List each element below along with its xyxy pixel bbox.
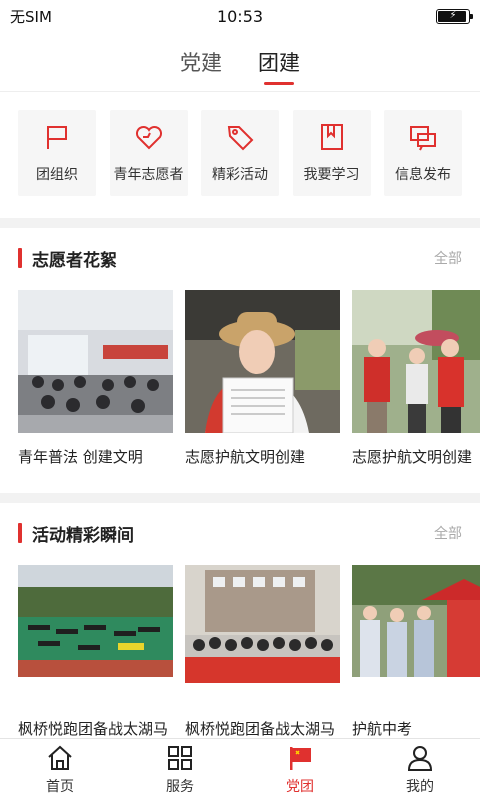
title-accent-bar xyxy=(18,248,22,268)
activity-section: 活动精彩瞬间 全部 枫桥悦跑团备战太湖马拉松 xyxy=(0,503,480,775)
menu-label: 信息发布 xyxy=(395,167,451,183)
tab-league-building[interactable]: 团建 xyxy=(258,47,300,91)
menu-item-study[interactable]: 我要学习 xyxy=(292,110,371,196)
home-icon xyxy=(48,745,72,770)
nav-party[interactable]: 党团 xyxy=(240,739,360,800)
status-bar: 无SIM 10:53 ⚡ xyxy=(0,0,480,32)
user-icon xyxy=(407,745,433,771)
section-header: 活动精彩瞬间 全部 xyxy=(18,521,480,546)
grid-icon xyxy=(168,745,192,770)
carrier-label: 无SIM xyxy=(10,7,52,26)
section-divider xyxy=(0,218,480,228)
party-flag-icon xyxy=(290,746,311,770)
section-header: 志愿者花絮 全部 xyxy=(18,246,480,271)
volunteer-card[interactable]: 志愿护航文明创建 xyxy=(185,290,340,469)
volunteer-card[interactable]: 青年普法 创建文明 xyxy=(18,290,173,469)
section-title-text: 活动精彩瞬间 xyxy=(32,525,134,546)
nav-label: 服务 xyxy=(166,778,194,795)
tab-party-building[interactable]: 党建 xyxy=(180,47,222,91)
nav-label: 党团 xyxy=(286,778,314,795)
feature-menu: 团组织 青年志愿者 精彩活动 我要学习 信息发布 xyxy=(0,92,480,218)
menu-item-volunteer[interactable]: 青年志愿者 xyxy=(109,110,188,196)
section-title: 志愿者花絮 xyxy=(18,246,117,271)
menu-label: 精彩活动 xyxy=(212,167,268,183)
classroom-photo xyxy=(18,290,173,433)
exam-escort-photo xyxy=(352,565,480,677)
clock: 10:53 xyxy=(216,6,264,26)
tag-icon xyxy=(227,126,254,151)
section-divider xyxy=(0,493,480,503)
volunteer-section: 志愿者花絮 全部 青年普法 创建文明 志愿护航文明创建 志愿护航文明创建 xyxy=(0,228,480,479)
top-tab-bar: 党建 团建 xyxy=(0,32,480,92)
activity-card[interactable]: 枫桥悦跑团备战太湖马拉松 xyxy=(18,565,173,765)
section-title: 活动精彩瞬间 xyxy=(18,521,134,546)
title-accent-bar xyxy=(18,523,22,543)
card-caption: 志愿护航文明创建 xyxy=(185,448,306,466)
bookmark-icon xyxy=(320,124,343,150)
field-training-photo xyxy=(18,565,173,677)
nav-profile[interactable]: 我的 xyxy=(360,739,480,800)
street-volunteers-photo xyxy=(352,290,480,433)
menu-label: 团组织 xyxy=(36,167,78,183)
card-caption: 志愿护航文明创建 xyxy=(352,448,473,466)
battery-icon: ⚡ xyxy=(436,8,473,24)
activity-card-list: 枫桥悦跑团备战太湖马拉松 枫桥悦跑团备战太湖马拉松 xyxy=(18,565,480,765)
message-icon xyxy=(410,126,436,151)
volunteer-card[interactable]: 志愿护航文明创建 xyxy=(352,290,480,469)
nav-label: 我的 xyxy=(406,778,434,795)
nav-services[interactable]: 服务 xyxy=(120,739,240,800)
bottom-nav: 首页 服务 党团 我的 xyxy=(0,738,480,800)
activity-card[interactable]: 枫桥悦跑团备战太湖马拉松 xyxy=(185,565,340,765)
menu-item-publish[interactable]: 信息发布 xyxy=(384,110,462,196)
menu-label: 青年志愿者 xyxy=(113,167,184,183)
heart-icon xyxy=(135,125,162,150)
flag-icon xyxy=(47,126,67,149)
section-title-text: 志愿者花絮 xyxy=(32,250,117,271)
card-caption: 青年普法 创建文明 xyxy=(18,448,143,466)
volunteer-card-list: 青年普法 创建文明 志愿护航文明创建 志愿护航文明创建 xyxy=(18,290,480,469)
volunteer-portrait-photo xyxy=(185,290,340,433)
menu-item-league-org[interactable]: 团组织 xyxy=(18,110,96,196)
menu-item-activities[interactable]: 精彩活动 xyxy=(201,110,279,196)
nav-home[interactable]: 首页 xyxy=(0,739,120,800)
view-all-link[interactable]: 全部 xyxy=(434,248,462,268)
group-banner-photo xyxy=(185,565,340,683)
nav-label: 首页 xyxy=(46,778,74,795)
menu-label: 我要学习 xyxy=(303,167,360,183)
view-all-link[interactable]: 全部 xyxy=(434,523,462,543)
activity-card[interactable]: 护航中考 xyxy=(352,565,480,765)
